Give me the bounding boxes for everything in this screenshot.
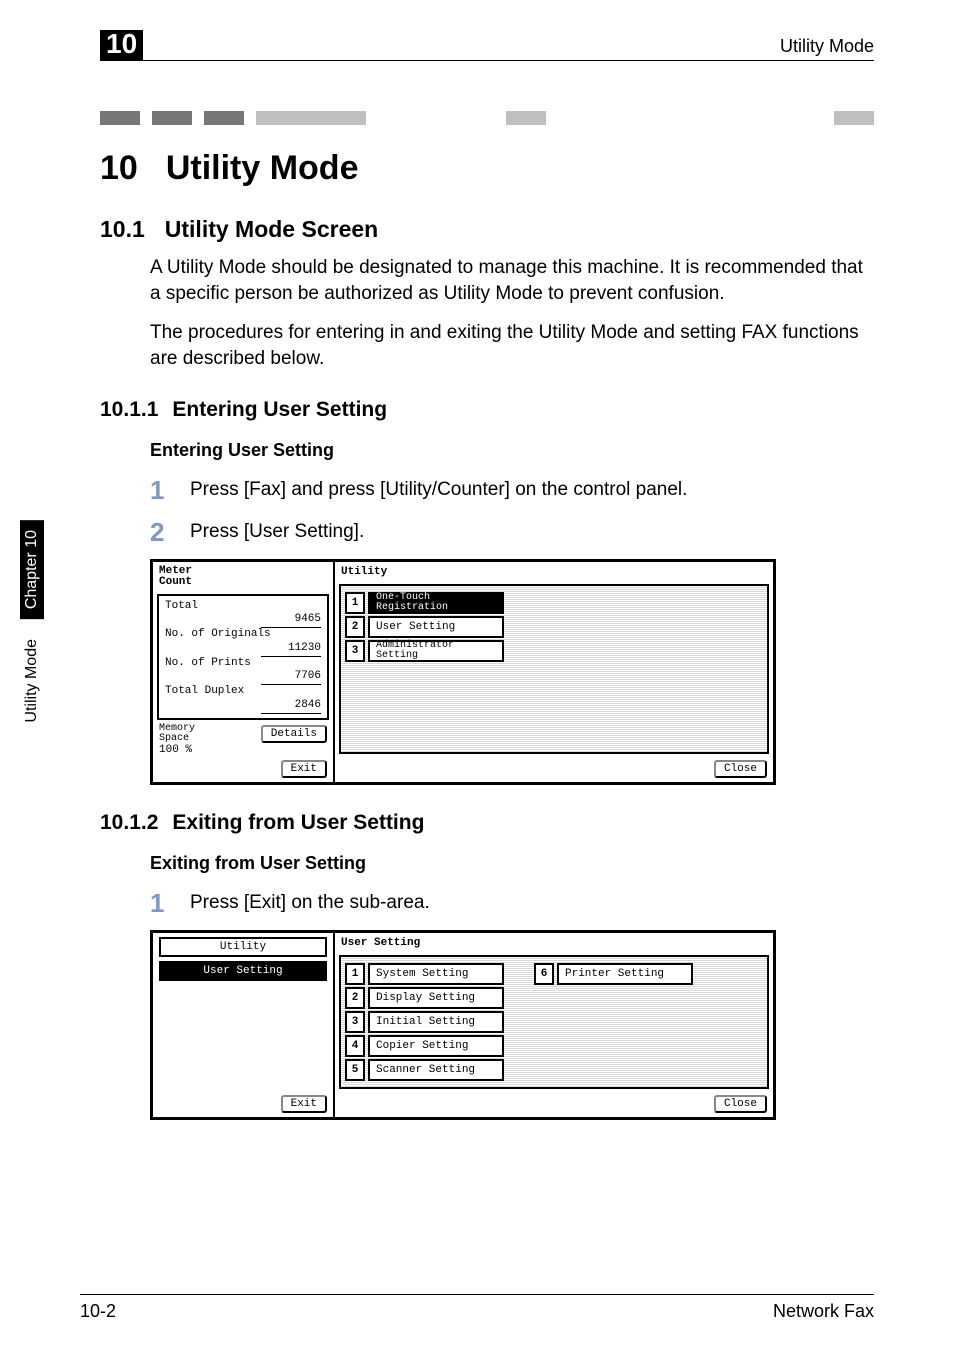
exit-button[interactable]: Exit <box>281 760 327 778</box>
step-text: Press [Fax] and press [Utility/Counter] … <box>190 475 687 503</box>
menu-user-setting[interactable]: 2 User Setting <box>345 616 763 638</box>
duplex-label: Total Duplex <box>165 685 321 699</box>
step-number: 2 <box>150 517 190 545</box>
total-label: Total <box>165 600 321 614</box>
menu-system-setting[interactable]: 1 System Setting <box>345 963 504 985</box>
step-1: 1 Press [Fax] and press [Utility/Counter… <box>150 475 874 503</box>
page-footer: 10-2 Network Fax <box>80 1294 874 1322</box>
chapter-number-badge: 10 <box>100 30 143 60</box>
step-1b: 1 Press [Exit] on the sub-area. <box>150 888 874 916</box>
side-tab: Chapter 10 Utility Mode <box>20 520 44 723</box>
menu-one-touch[interactable]: 1 One-Touch Registration <box>345 592 763 614</box>
meter-count-header: Meter Count <box>153 562 333 592</box>
paragraph: The procedures for entering in and exiti… <box>150 320 874 371</box>
meter-count-box: Total 9465 No. of Originals 11230 No. of… <box>157 594 329 720</box>
menu-admin-setting[interactable]: 3 Administrator Setting <box>345 640 763 662</box>
menu-scanner-setting[interactable]: 5 Scanner Setting <box>345 1059 504 1081</box>
exit-button[interactable]: Exit <box>281 1095 327 1113</box>
menu-copier-setting[interactable]: 4 Copier Setting <box>345 1035 504 1057</box>
duplex-value: 2846 <box>261 699 321 714</box>
subsection-10-1-1: 10.1.1Entering User Setting <box>100 398 874 422</box>
prints-label: No. of Prints <box>165 657 321 671</box>
memory-label: Memory Space <box>159 724 195 744</box>
step-2: 2 Press [User Setting]. <box>150 517 874 545</box>
utility-screen-panel: Meter Count Total 9465 No. of Originals … <box>150 559 776 785</box>
menu-display-setting[interactable]: 2 Display Setting <box>345 987 504 1009</box>
user-setting-header: User Setting <box>335 933 773 953</box>
menu-initial-setting[interactable]: 3 Initial Setting <box>345 1011 504 1033</box>
memory-value: 100 % <box>153 744 333 756</box>
header-title: Utility Mode <box>780 30 874 57</box>
originals-value: 11230 <box>261 642 321 657</box>
subsection-10-1-2: 10.1.2Exiting from User Setting <box>100 811 874 835</box>
step-text: Press [Exit] on the sub-area. <box>190 888 430 916</box>
decorative-strip <box>100 111 874 125</box>
inline-heading: Exiting from User Setting <box>150 853 874 874</box>
side-label: Utility Mode <box>23 639 41 723</box>
user-setting-panel: Utility User Setting Exit User Setting 1… <box>150 930 776 1120</box>
total-value: 9465 <box>261 613 321 628</box>
chapter-title: 10Utility Mode <box>100 149 874 188</box>
side-chapter: Chapter 10 <box>20 520 44 619</box>
step-text: Press [User Setting]. <box>190 517 364 545</box>
footer-page: 10-2 <box>80 1301 116 1322</box>
paragraph: A Utility Mode should be designated to m… <box>150 255 874 306</box>
prints-value: 7706 <box>261 670 321 685</box>
user-setting-menu: 1 System Setting 2 Display Setting 3 Ini… <box>339 955 769 1089</box>
inline-heading: Entering User Setting <box>150 440 874 461</box>
originals-label: No. of Originals <box>165 628 321 642</box>
step-number: 1 <box>150 888 190 916</box>
menu-printer-setting[interactable]: 6 Printer Setting <box>534 963 693 985</box>
tab-user-setting[interactable]: User Setting <box>159 961 327 981</box>
step-number: 1 <box>150 475 190 503</box>
section-10-1: 10.1Utility Mode Screen <box>100 216 874 243</box>
tab-utility[interactable]: Utility <box>159 937 327 957</box>
close-button[interactable]: Close <box>714 1095 767 1113</box>
close-button[interactable]: Close <box>714 760 767 778</box>
utility-header: Utility <box>335 562 773 582</box>
details-button[interactable]: Details <box>261 725 327 743</box>
utility-menu: 1 One-Touch Registration 2 User Setting … <box>339 584 769 754</box>
footer-doc: Network Fax <box>773 1301 874 1322</box>
page-header: 10 Utility Mode <box>100 30 874 61</box>
